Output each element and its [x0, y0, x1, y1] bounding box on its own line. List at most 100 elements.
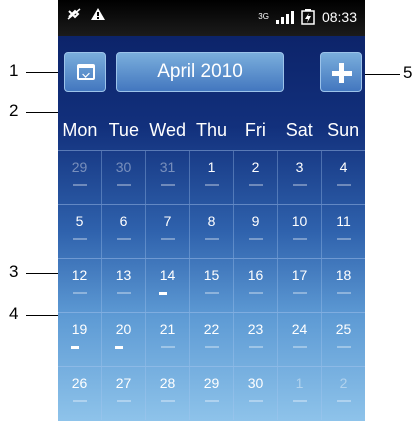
callout-2: 2: [9, 101, 19, 120]
day-cell[interactable]: 30: [234, 367, 278, 420]
day-number: 9: [251, 213, 260, 229]
event-indicator: [158, 292, 167, 295]
weekday-label: Wed: [149, 120, 186, 140]
day-cell[interactable]: 18: [322, 259, 365, 312]
day-cell[interactable]: 1: [190, 151, 234, 204]
day-number: 20: [115, 321, 132, 337]
day-number: 14: [159, 267, 176, 283]
day-cell[interactable]: 30: [102, 151, 146, 204]
day-cell[interactable]: 2: [322, 367, 365, 420]
day-number: 30: [115, 159, 132, 175]
day-cell[interactable]: 15: [190, 259, 234, 312]
status-bar: 3G 08:33: [58, 0, 365, 36]
day-number: 5: [75, 213, 84, 229]
weekday-label: Sat: [285, 120, 313, 140]
week-row: 12 13 14 15 16 17 18: [58, 258, 365, 312]
day-divider: [160, 346, 175, 348]
day-cell[interactable]: 16: [234, 259, 278, 312]
day-divider: [292, 346, 307, 348]
day-number: 12: [71, 267, 88, 283]
day-number: 13: [115, 267, 132, 283]
day-number: 10: [291, 213, 308, 229]
day-cell[interactable]: 14: [146, 259, 190, 312]
day-number: 25: [335, 321, 352, 337]
day-cell[interactable]: 22: [190, 313, 234, 366]
day-divider: [248, 400, 263, 402]
day-number: 11: [336, 213, 351, 229]
day-divider: [204, 292, 219, 294]
day-divider: [336, 292, 351, 294]
weekday-label: Mon: [62, 120, 98, 140]
day-cell[interactable]: 1: [278, 367, 322, 420]
day-cell[interactable]: 5: [58, 205, 102, 258]
day-number: 15: [203, 267, 220, 283]
day-divider: [116, 238, 131, 240]
day-cell[interactable]: 4: [322, 151, 365, 204]
weekday-label: Sun: [327, 120, 360, 140]
day-number: 1: [295, 375, 304, 391]
add-event-button[interactable]: [320, 52, 362, 92]
day-number: 30: [247, 375, 264, 391]
day-cell[interactable]: 8: [190, 205, 234, 258]
signal-icon: [275, 10, 294, 24]
day-number: 27: [115, 375, 132, 391]
day-divider: [248, 184, 263, 186]
day-cell[interactable]: 21: [146, 313, 190, 366]
day-divider: [248, 346, 263, 348]
month-grid: 29 30 31 1 2 3 4 5 6 7 8 9 10 11 12 13 14 15 16 17 18 19 20 21 2…: [58, 150, 365, 420]
month-selector-button[interactable]: April 2010: [116, 52, 284, 92]
day-cell[interactable]: 29: [190, 367, 234, 420]
day-cell[interactable]: 23: [234, 313, 278, 366]
day-divider: [116, 184, 131, 186]
day-number: 21: [159, 321, 176, 337]
event-indicator: [114, 346, 123, 349]
plus-icon-vertical: [339, 63, 344, 83]
day-cell[interactable]: 27: [102, 367, 146, 420]
weekday-label: Tue: [108, 120, 139, 140]
day-cell[interactable]: 26: [58, 367, 102, 420]
day-cell[interactable]: 25: [322, 313, 365, 366]
day-cell[interactable]: 20: [102, 313, 146, 366]
day-number: 8: [207, 213, 216, 229]
day-cell[interactable]: 17: [278, 259, 322, 312]
day-divider: [72, 292, 87, 294]
day-cell[interactable]: 31: [146, 151, 190, 204]
day-cell[interactable]: 19: [58, 313, 102, 366]
day-divider: [336, 184, 351, 186]
weekday-label: Thu: [195, 120, 228, 140]
day-number: 22: [203, 321, 220, 337]
day-cell[interactable]: 11: [322, 205, 365, 258]
day-cell[interactable]: 7: [146, 205, 190, 258]
day-number: 7: [163, 213, 172, 229]
day-number: 29: [203, 375, 220, 391]
day-number: 31: [159, 159, 176, 175]
today-button[interactable]: [64, 52, 106, 92]
day-cell[interactable]: 3: [278, 151, 322, 204]
day-number: 28: [159, 375, 176, 391]
day-cell[interactable]: 24: [278, 313, 322, 366]
day-cell[interactable]: 12: [58, 259, 102, 312]
day-number: 1: [207, 159, 216, 175]
day-divider: [160, 238, 175, 240]
day-divider: [160, 184, 175, 186]
callout-5: 5: [403, 63, 413, 82]
weekday-header: Mon Tue Wed Thu Fri Sat Sun: [58, 120, 365, 150]
day-divider: [116, 400, 131, 402]
calendar-screen: 3G 08:33 April 2010 Mon Tue Wed Thu Fri …: [58, 0, 365, 421]
week-row: 5 6 7 8 9 10 11: [58, 204, 365, 258]
day-cell[interactable]: 13: [102, 259, 146, 312]
callout-3: 3: [9, 262, 19, 281]
day-cell[interactable]: 6: [102, 205, 146, 258]
day-cell[interactable]: 10: [278, 205, 322, 258]
day-cell[interactable]: 28: [146, 367, 190, 420]
3g-icon: 3G: [258, 12, 269, 21]
day-divider: [248, 238, 263, 240]
day-number: 6: [119, 213, 128, 229]
day-number: 24: [291, 321, 308, 337]
day-divider: [336, 238, 351, 240]
day-cell[interactable]: 9: [234, 205, 278, 258]
day-divider: [72, 238, 87, 240]
calendar-today-icon: [77, 64, 95, 80]
day-cell[interactable]: 2: [234, 151, 278, 204]
day-cell[interactable]: 29: [58, 151, 102, 204]
